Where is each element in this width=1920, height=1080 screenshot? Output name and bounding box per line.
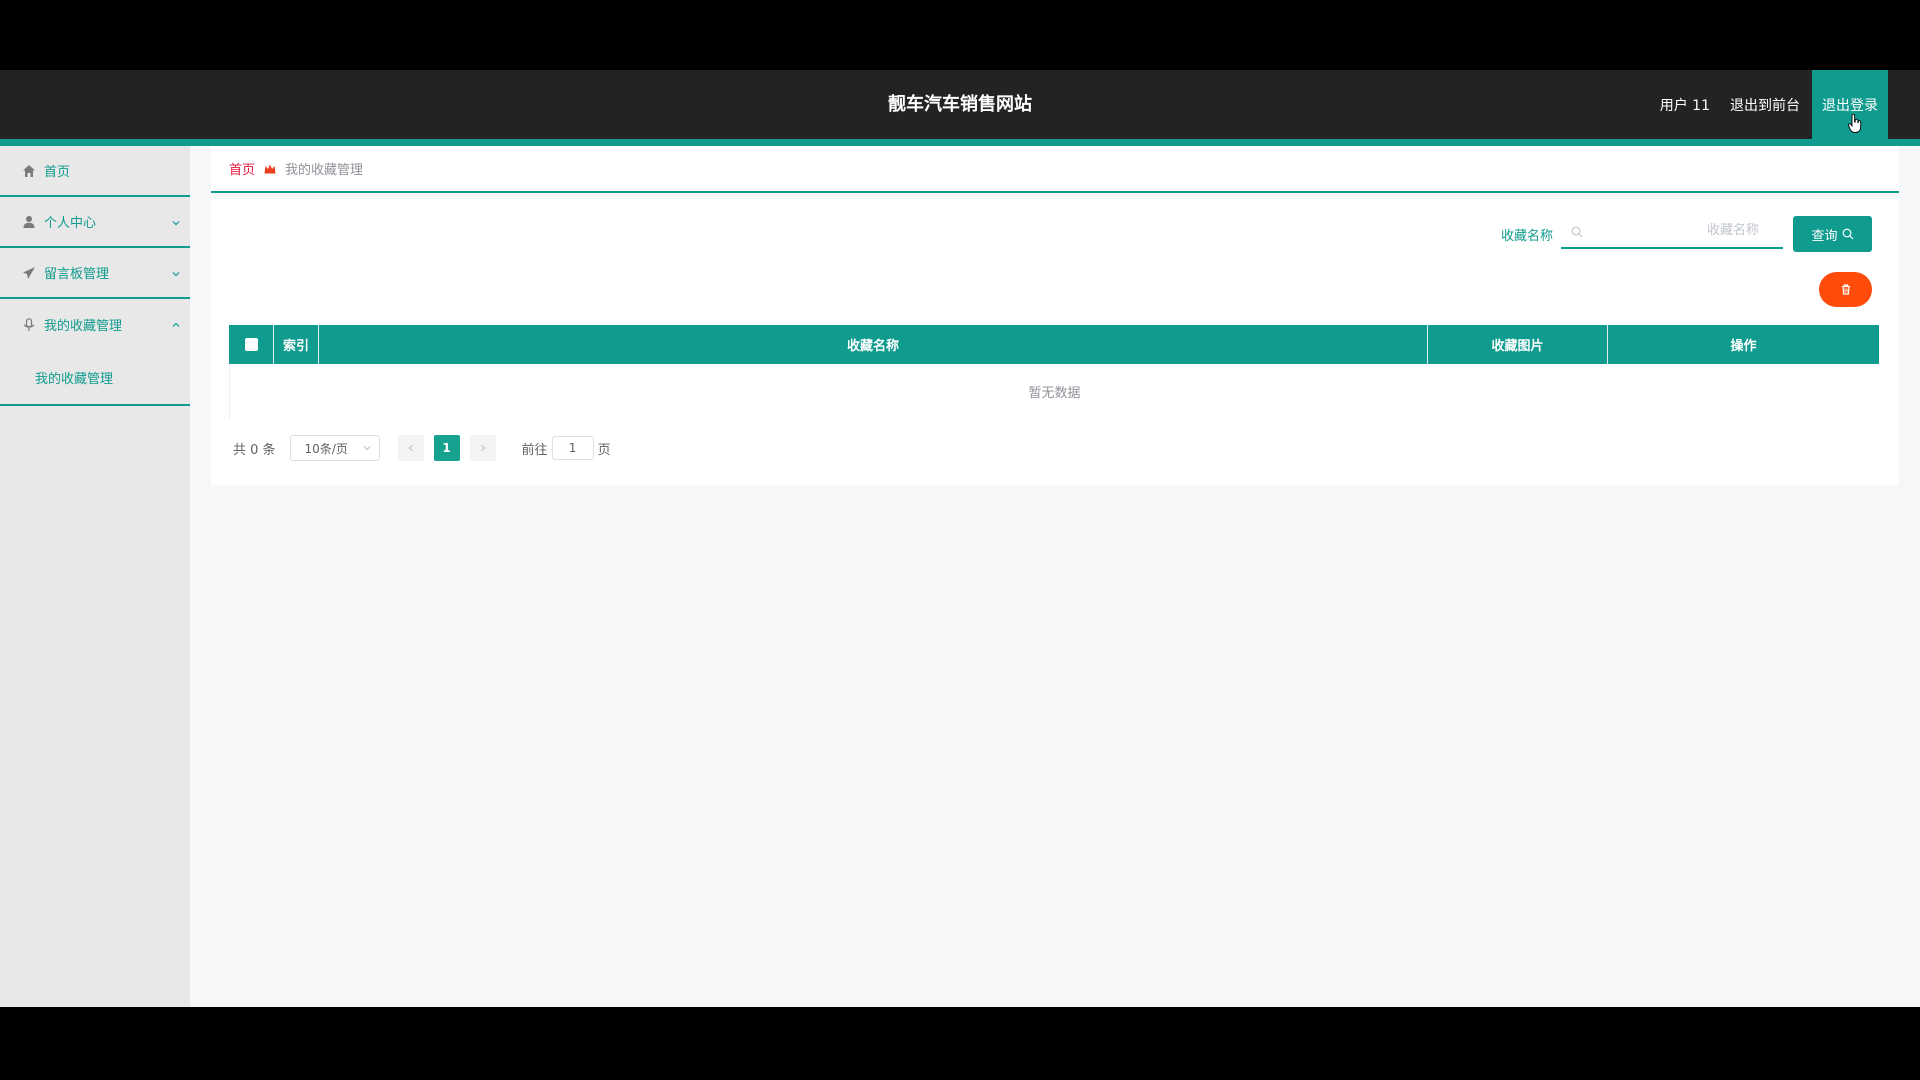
- sidebar-item-home[interactable]: 首页: [0, 146, 190, 197]
- select-all-cell: [229, 325, 274, 364]
- chevron-down-icon: [172, 221, 180, 226]
- home-icon: [23, 164, 35, 177]
- sidebar-item-message-board[interactable]: 留言板管理: [0, 248, 190, 299]
- trash-icon: [1841, 284, 1850, 295]
- chevron-up-icon: [172, 322, 180, 327]
- pagination: 共 0 条 10条/页 1 前往 页: [233, 435, 611, 461]
- content-panel: 收藏名称 查询 索引 收藏名称 收藏图片 操: [211, 199, 1899, 485]
- sidebar-item-personal-center[interactable]: 个人中心: [0, 197, 190, 248]
- search-icon: [1571, 226, 1583, 238]
- sidebar-item-my-favorites[interactable]: 我的收藏管理: [0, 299, 190, 350]
- goto-prefix: 前往: [521, 442, 548, 458]
- chevron-down-icon: [363, 446, 370, 451]
- chevron-left-icon: [408, 444, 413, 452]
- breadcrumb-home[interactable]: 首页: [229, 159, 255, 178]
- column-header-actions: 操作: [1730, 339, 1757, 354]
- sidebar-item-label: 留言板管理: [44, 267, 110, 282]
- search-input[interactable]: [1609, 223, 1759, 238]
- breadcrumb-current: 我的收藏管理: [285, 163, 364, 178]
- page-size-value: 10条/页: [304, 441, 348, 456]
- table-header: 索引 收藏名称 收藏图片 操作: [229, 325, 1879, 364]
- page-size-select[interactable]: 10条/页: [289, 435, 380, 461]
- logout-label: 退出登录: [1822, 97, 1878, 114]
- header-actions: 用户 11 退出到前台 退出登录: [1650, 70, 1888, 139]
- sidebar-item-label: 个人中心: [44, 216, 97, 231]
- site-title: 靓车汽车销售网站: [888, 94, 1032, 115]
- send-icon: [23, 266, 35, 279]
- select-all-checkbox[interactable]: [244, 338, 258, 351]
- total-count: 共 0 条: [233, 442, 276, 458]
- microphone-icon: [23, 317, 35, 331]
- main-content: 首页 我的收藏管理 收藏名称 查询 索引: [211, 146, 1899, 485]
- header-accent-bar: [0, 139, 1920, 146]
- user-label: 用户 11: [1659, 97, 1710, 114]
- query-button[interactable]: 查询: [1793, 216, 1872, 252]
- goto-page-input[interactable]: [551, 436, 594, 460]
- logout-button[interactable]: 退出登录: [1812, 70, 1888, 139]
- delete-button[interactable]: [1819, 272, 1872, 307]
- goto-page: 前往 页: [522, 436, 611, 460]
- column-header-name: 收藏名称: [319, 325, 1428, 364]
- top-header: 靓车汽车销售网站 用户 11 退出到前台 退出登录: [0, 70, 1920, 139]
- back-to-front-link[interactable]: 退出到前台: [1720, 70, 1810, 139]
- column-header-image: 收藏图片: [1428, 325, 1608, 364]
- next-page-button[interactable]: [469, 435, 496, 461]
- query-button-label: 查询: [1811, 228, 1838, 244]
- breadcrumb: 首页 我的收藏管理: [211, 146, 1899, 193]
- search-field[interactable]: [1561, 217, 1783, 249]
- search-label: 收藏名称: [1500, 229, 1553, 244]
- sidebar-item-label: 首页: [44, 165, 71, 180]
- user-icon: [23, 215, 35, 228]
- sidebar-subitem-my-favorites[interactable]: 我的收藏管理: [0, 350, 190, 406]
- prev-page-button[interactable]: [397, 435, 424, 461]
- sidebar-item-label: 我的收藏管理: [44, 319, 123, 334]
- favorites-table: 索引 收藏名称 收藏图片 操作 暂无数据: [229, 325, 1879, 419]
- goto-suffix: 页: [597, 442, 611, 458]
- hand-cursor-icon: [1848, 114, 1862, 133]
- chevron-right-icon: [480, 444, 485, 452]
- chevron-down-icon: [172, 272, 180, 277]
- column-header-index: 索引: [274, 325, 319, 364]
- app-window: 靓车汽车销售网站 用户 11 退出到前台 退出登录 首页 个人中心 留言板管理: [0, 70, 1920, 1007]
- sidebar: 首页 个人中心 留言板管理 我的收藏管理 我的收藏管理: [0, 146, 190, 1007]
- page-number-current[interactable]: 1: [433, 435, 460, 461]
- table-empty-text: 暂无数据: [229, 364, 1879, 419]
- search-icon: [1842, 228, 1853, 240]
- crown-icon: [264, 164, 276, 173]
- screen-frame: 靓车汽车销售网站 用户 11 退出到前台 退出登录 首页 个人中心 留言板管理: [0, 0, 1920, 1080]
